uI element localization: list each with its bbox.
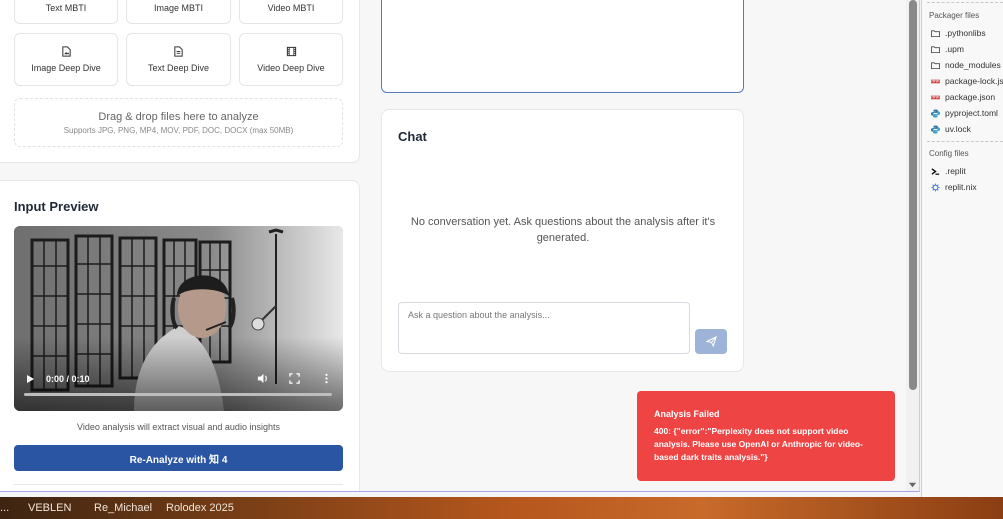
- folder-icon: [931, 61, 940, 69]
- mode-label: Text MBTI: [45, 3, 87, 13]
- play-icon[interactable]: [25, 374, 35, 384]
- file-dropzone[interactable]: Drag & drop files here to analyze Suppor…: [14, 98, 343, 147]
- mode-label: Image Deep Dive: [31, 63, 101, 73]
- file-item-package-json[interactable]: package.json: [931, 90, 995, 104]
- mode-label: Text Deep Dive: [147, 63, 210, 73]
- chat-input[interactable]: Ask a question about the analysis...: [398, 302, 690, 354]
- python-icon: [931, 108, 940, 118]
- file-item-replit[interactable]: .replit: [931, 164, 966, 178]
- file-item-upm[interactable]: .upm: [931, 42, 964, 56]
- chat-empty-text: No conversation yet. Ask questions about…: [410, 216, 716, 244]
- film-icon: [286, 46, 296, 57]
- file-name: replit.nix: [945, 182, 977, 192]
- mode-label: Video Deep Dive: [257, 63, 325, 73]
- scrollbar-thumb[interactable]: [909, 0, 917, 390]
- toast-title: Analysis Failed: [654, 409, 720, 419]
- mode-image-mbti[interactable]: Image MBTI: [126, 0, 231, 24]
- file-item-uv-lock[interactable]: uv.lock: [931, 122, 971, 136]
- terminal-icon: [931, 167, 940, 175]
- text-file-icon: [174, 46, 183, 57]
- send-button[interactable]: [695, 329, 727, 354]
- taskbar-item-re-michael[interactable]: Re_Michael: [94, 502, 152, 514]
- file-name: .upm: [945, 44, 964, 54]
- file-tree-edge: [921, 0, 922, 497]
- volume-icon[interactable]: [257, 373, 268, 384]
- chat-title: Chat: [398, 129, 427, 144]
- more-options-icon[interactable]: [321, 373, 332, 384]
- folder-icon: [931, 29, 940, 37]
- mode-text-mbti[interactable]: Text MBTI: [14, 0, 118, 24]
- scroll-down-icon[interactable]: [908, 480, 917, 489]
- file-tree-panel: Packager files .pythonlibs .upm node_mod…: [921, 0, 1003, 497]
- mode-video-mbti[interactable]: Video MBTI: [239, 0, 343, 24]
- file-name: pyproject.toml: [945, 108, 998, 118]
- file-item-replit-nix[interactable]: replit.nix: [931, 180, 977, 194]
- file-item-pythonlibs[interactable]: .pythonlibs: [931, 26, 986, 40]
- preview-title: Input Preview: [14, 199, 99, 214]
- file-name: package.json: [945, 92, 996, 102]
- video-time: 0:00 / 0:10: [46, 374, 90, 384]
- file-tree-divider: [927, 141, 1003, 142]
- send-icon: [705, 336, 717, 347]
- dropzone-title: Drag & drop files here to analyze: [98, 111, 259, 123]
- file-item-package-lock[interactable]: package-lock.json: [931, 74, 1003, 88]
- chat-card: Chat No conversation yet. Ask questions …: [381, 109, 744, 372]
- reanalyze-button[interactable]: Re-Analyze with 知 4: [14, 445, 343, 471]
- taskbar-item-veblen[interactable]: VEBLEN: [28, 502, 71, 514]
- mode-text-deep-dive[interactable]: Text Deep Dive: [126, 33, 231, 86]
- file-item-pyproject[interactable]: pyproject.toml: [931, 106, 998, 120]
- python-icon: [931, 124, 940, 134]
- preview-hint: Video analysis will extract visual and a…: [77, 422, 280, 432]
- video-progress-track[interactable]: [24, 393, 332, 396]
- npm-icon: [931, 79, 940, 83]
- file-name: .pythonlibs: [945, 28, 986, 38]
- error-toast: Analysis Failed 400: {"error":"Perplexit…: [637, 391, 895, 481]
- npm-icon: [931, 95, 940, 99]
- taskbar-item[interactable]: ...: [0, 502, 9, 514]
- file-name: node_modules: [945, 60, 1001, 70]
- results-panel: [381, 0, 744, 93]
- mode-label: Image MBTI: [153, 3, 203, 13]
- file-name: .replit: [945, 166, 966, 176]
- folder-icon: [931, 45, 940, 53]
- file-name: package-lock.json: [945, 76, 1003, 86]
- video-controls: 0:00 / 0:10: [14, 369, 343, 399]
- mode-video-deep-dive[interactable]: Video Deep Dive: [239, 33, 343, 86]
- packager-files-title: Packager files: [929, 11, 980, 20]
- file-tree-divider: [927, 2, 1003, 3]
- dropzone-subtitle: Supports JPG, PNG, MP4, MOV, PDF, DOC, D…: [63, 126, 294, 135]
- app-window: Text MBTI Image MBTI Video MBTI Image De…: [0, 0, 920, 492]
- taskbar-item-rolodex[interactable]: Rolodex 2025: [166, 502, 234, 514]
- file-item-node-modules[interactable]: node_modules: [931, 58, 1001, 72]
- toast-message: 400: {"error":"Perplexity does not suppo…: [654, 426, 863, 462]
- image-file-icon: [61, 46, 71, 57]
- video-player[interactable]: 0:00 / 0:10: [14, 226, 343, 411]
- file-name: uv.lock: [945, 124, 971, 134]
- taskbar: ... VEBLEN Re_Michael Rolodex 2025: [0, 497, 1003, 519]
- fullscreen-icon[interactable]: [289, 373, 300, 384]
- mode-image-deep-dive[interactable]: Image Deep Dive: [14, 33, 118, 86]
- config-files-title: Config files: [929, 149, 969, 158]
- mode-label: Video MBTI: [267, 3, 315, 13]
- page-scrollbar[interactable]: [906, 0, 919, 491]
- card-divider: [14, 484, 343, 485]
- gear-icon: [931, 182, 940, 192]
